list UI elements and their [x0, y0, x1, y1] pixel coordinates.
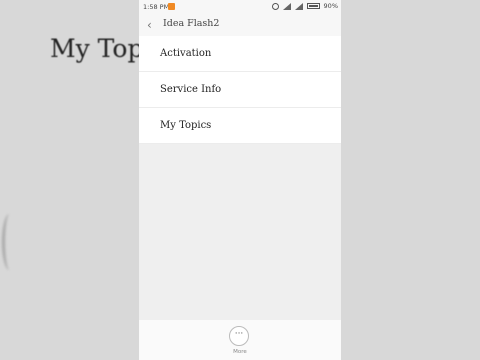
back-icon[interactable]: ‹	[147, 18, 152, 32]
menu-list: Activation Service Info My Topics	[139, 36, 341, 144]
alarm-icon	[271, 2, 279, 10]
phone-screen: 1:58 PM 90% ‹ Idea Flash2 Activation Ser…	[139, 0, 341, 360]
status-icons: 90%	[271, 2, 338, 10]
signal-icon	[282, 2, 291, 10]
bottom-bar: ··· More	[139, 320, 341, 360]
menu-item-my-topics[interactable]: My Topics	[139, 108, 341, 144]
background-decoration	[2, 214, 17, 270]
more-label: More	[233, 349, 247, 355]
app-header: ‹ Idea Flash2	[139, 14, 341, 36]
background-right	[341, 0, 480, 360]
menu-item-activation[interactable]: Activation	[139, 36, 341, 72]
signal-icon-2	[294, 2, 303, 10]
status-bar: 1:58 PM 90%	[139, 0, 341, 14]
battery-icon	[306, 3, 320, 9]
notification-icon	[168, 3, 175, 10]
more-icon[interactable]: ···	[229, 326, 249, 346]
status-time: 1:58 PM	[143, 3, 170, 11]
battery-percent: 90%	[323, 2, 338, 10]
menu-item-service-info[interactable]: Service Info	[139, 72, 341, 108]
page-title: Idea Flash2	[163, 18, 220, 29]
